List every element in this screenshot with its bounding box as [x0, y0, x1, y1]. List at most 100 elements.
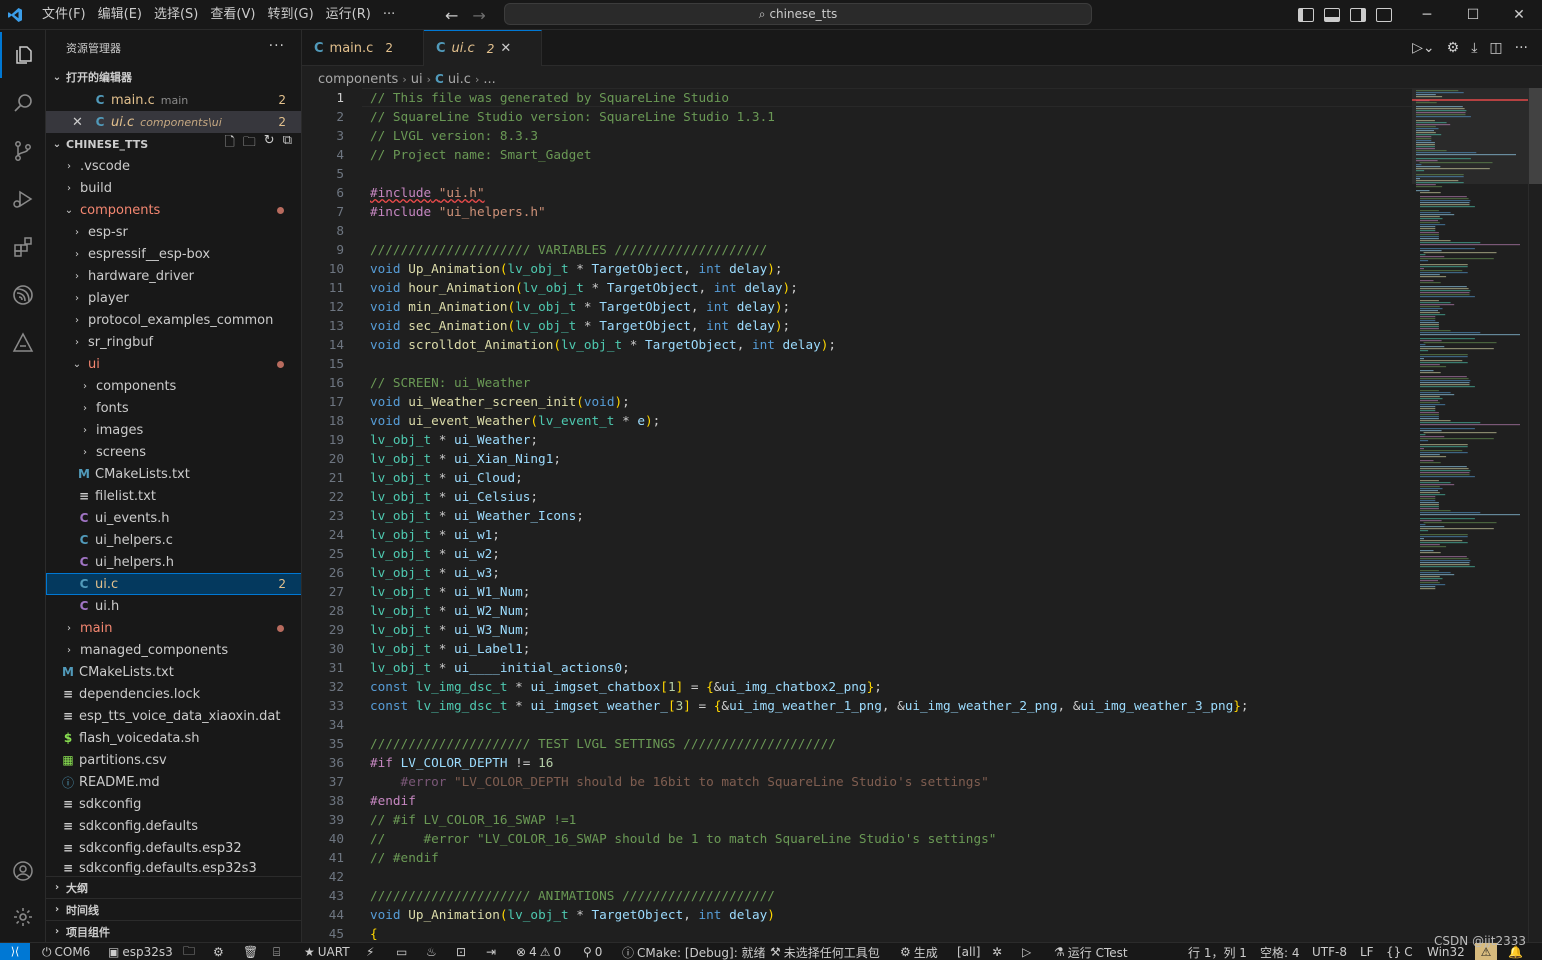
code-line[interactable]: 35 ///////////////////// TEST LVGL SETTIN… — [302, 734, 1412, 753]
files-icon[interactable] — [0, 32, 46, 78]
code-line[interactable]: 39 // #if LV_COLOR_16_SWAP !=1 — [302, 810, 1412, 829]
timeline-section[interactable]: › 时间线 — [46, 898, 301, 920]
open-editor-item[interactable]: C main.c main 2 — [46, 89, 301, 111]
code-line[interactable]: 38 #endif — [302, 791, 1412, 810]
menu-more[interactable]: ··· — [377, 0, 401, 30]
tree-item-file[interactable]: ▦ partitions.csv — [46, 749, 301, 771]
kit-status[interactable]: ⚒ 未选择任何工具包 — [770, 943, 880, 960]
code-line[interactable]: 31 lv_obj_t * ui____initial_actions0; — [302, 658, 1412, 677]
tree-item-folder[interactable]: › player — [46, 287, 301, 309]
code-line[interactable]: 28 lv_obj_t * ui_W2_Num; — [302, 601, 1412, 620]
gear-icon[interactable]: ⚙ — [1447, 40, 1460, 56]
export-icon[interactable]: ⇥ — [486, 943, 496, 960]
tree-item-file[interactable]: ⓘ README.md — [46, 771, 301, 793]
eol[interactable]: LF — [1360, 943, 1374, 960]
code-line[interactable]: 24 lv_obj_t * ui_w1; — [302, 525, 1412, 544]
tree-item-folder[interactable]: › screens — [46, 441, 301, 463]
run-icon[interactable]: ▷ — [1022, 943, 1031, 960]
code-line[interactable]: 18 void ui_event_Weather(lv_event_t * e); — [302, 411, 1412, 430]
code-line[interactable]: 9 ///////////////////// VARIABLES ///////… — [302, 240, 1412, 259]
code-line[interactable]: 22 lv_obj_t * ui_Celsius; — [302, 487, 1412, 506]
build-button[interactable]: ⚙ 生成 — [900, 943, 938, 960]
tree-item-file[interactable]: Cui_helpers.h — [46, 551, 301, 573]
code-line[interactable]: 7 #include "ui_helpers.h" — [302, 202, 1412, 221]
tab-main-c[interactable]: C main.c 2 — [302, 30, 424, 66]
tree-item-file[interactable]: M CMakeLists.txt — [46, 463, 301, 485]
code-line[interactable]: 43 ///////////////////// ANIMATIONS /////… — [302, 886, 1412, 905]
toggle-panel-icon[interactable] — [1324, 8, 1340, 22]
status-port[interactable]: ⏻ COM6 — [42, 943, 90, 960]
tree-item-folder[interactable]: › fonts — [46, 397, 301, 419]
code-line[interactable]: 15 — [302, 354, 1412, 373]
collapse-all-icon[interactable]: ⧉ — [283, 133, 292, 155]
language-mode[interactable]: {} C — [1386, 943, 1413, 960]
code-line[interactable]: 23 lv_obj_t * ui_Weather_Icons; — [302, 506, 1412, 525]
close-icon[interactable]: ✕ — [500, 41, 511, 56]
code-line[interactable]: 14 void scrolldot_Animation(lv_obj_t * Ta… — [302, 335, 1412, 354]
code-line[interactable]: 33 const lv_img_dsc_t * ui_imgset_weather… — [302, 696, 1412, 715]
code-line[interactable]: 26 lv_obj_t * ui_w3; — [302, 563, 1412, 582]
code-line[interactable]: 16 // SCREEN: ui_Weather — [302, 373, 1412, 392]
tree-item-file[interactable]: Cui_helpers.c — [46, 529, 301, 551]
code-line[interactable]: 32 const lv_img_dsc_t * ui_imgset_chatbox… — [302, 677, 1412, 696]
code-line[interactable]: 34 — [302, 715, 1412, 734]
tree-item-folder[interactable]: › main — [46, 617, 301, 639]
tree-item-folder[interactable]: › esp-sr — [46, 221, 301, 243]
terminal-icon[interactable]: ⊡ — [456, 943, 466, 960]
tree-item-file[interactable]: ≡ dependencies.lock — [46, 683, 301, 705]
run-debug-icon[interactable] — [0, 176, 46, 222]
code-line[interactable]: 41 // #endif — [302, 848, 1412, 867]
code-line[interactable]: 17 void ui_Weather_screen_init(void); — [302, 392, 1412, 411]
tree-item-file[interactable]: $ flash_voicedata.sh — [46, 727, 301, 749]
open-editor-item[interactable]: ✕ C ui.c components\ui 2 — [46, 111, 301, 133]
minimap[interactable] — [1412, 88, 1528, 942]
code-line[interactable]: 44 void Up_Animation(lv_obj_t * TargetObj… — [302, 905, 1412, 924]
folder-icon[interactable]: 🗀 — [183, 943, 195, 960]
ports-indicator[interactable]: ⚲ 0 — [583, 943, 602, 960]
code-line[interactable]: 19 lv_obj_t * ui_Weather; — [302, 430, 1412, 449]
code-line[interactable]: 25 lv_obj_t * ui_w2; — [302, 544, 1412, 563]
more-actions-icon[interactable]: ··· — [1515, 40, 1528, 56]
menu-go[interactable]: 转到(G) — [261, 0, 319, 30]
code-line[interactable]: 36 #if LV_COLOR_DEPTH != 16 — [302, 753, 1412, 772]
code-line[interactable]: 4 // Project name: Smart_Gadget — [302, 145, 1412, 164]
flash-icon[interactable]: ⚡ — [366, 943, 374, 960]
cursor-position[interactable]: 行 1，列 1 — [1188, 943, 1247, 960]
minimize-icon[interactable]: ─ — [1404, 0, 1450, 30]
fire-icon[interactable]: ♨ — [426, 943, 437, 960]
code-line[interactable]: 5 — [302, 164, 1412, 183]
tree-item-folder[interactable]: › build — [46, 177, 301, 199]
status-target[interactable]: ▣ esp32s3 — [108, 943, 173, 960]
breadcrumb-item[interactable]: ui — [411, 72, 423, 87]
tree-item-file[interactable]: ≡ filelist.txt — [46, 485, 301, 507]
refresh-icon[interactable]: ↻ — [264, 133, 275, 155]
cmake-status[interactable]: ⓘ CMake: [Debug]: 就绪 — [622, 943, 766, 960]
remote-icon[interactable]: ⟩⟨ — [0, 942, 30, 960]
toggle-primary-sidebar-icon[interactable] — [1298, 8, 1314, 22]
status-uart[interactable]: ★ UART — [304, 943, 350, 960]
breadcrumb-item[interactable]: components — [318, 72, 398, 87]
indentation[interactable]: 空格: 4 — [1260, 943, 1300, 960]
tree-item-file[interactable]: M CMakeLists.txt — [46, 661, 301, 683]
espressif-icon[interactable] — [0, 272, 46, 318]
tree-item-folder[interactable]: › managed_components — [46, 639, 301, 661]
tree-item-file[interactable]: ≡ sdkconfig.defaults — [46, 815, 301, 837]
code-line[interactable]: 3 // LVGL version: 8.3.3 — [302, 126, 1412, 145]
toggle-secondary-sidebar-icon[interactable] — [1350, 8, 1366, 22]
debug-icon[interactable]: ✲ — [992, 943, 1002, 960]
tree-item-folder[interactable]: › .vscode — [46, 155, 301, 177]
code-line[interactable]: 2 // SquareLine Studio version: SquareLin… — [302, 107, 1412, 126]
code-line[interactable]: 29 lv_obj_t * ui_W3_Num; — [302, 620, 1412, 639]
menu-run[interactable]: 运行(R) — [320, 0, 377, 30]
tree-item-file[interactable]: Cui_events.h — [46, 507, 301, 529]
encoding[interactable]: UTF-8 — [1312, 943, 1347, 960]
breadcrumb-item[interactable]: ... — [483, 72, 495, 87]
code-line[interactable]: 13 void sec_Animation(lv_obj_t * TargetOb… — [302, 316, 1412, 335]
code-line[interactable]: 20 lv_obj_t * ui_Xian_Ning1; — [302, 449, 1412, 468]
code-line[interactable]: 42 — [302, 867, 1412, 886]
tree-item-file[interactable]: ≡ sdkconfig.defaults.esp32s3 — [46, 859, 301, 877]
tree-item-folder[interactable]: › components — [46, 375, 301, 397]
tree-item-folder[interactable]: › images — [46, 419, 301, 441]
tree-item-folder[interactable]: › hardware_driver — [46, 265, 301, 287]
code-line[interactable]: 37 #error "LV_COLOR_DEPTH should be 16bi… — [302, 772, 1412, 791]
